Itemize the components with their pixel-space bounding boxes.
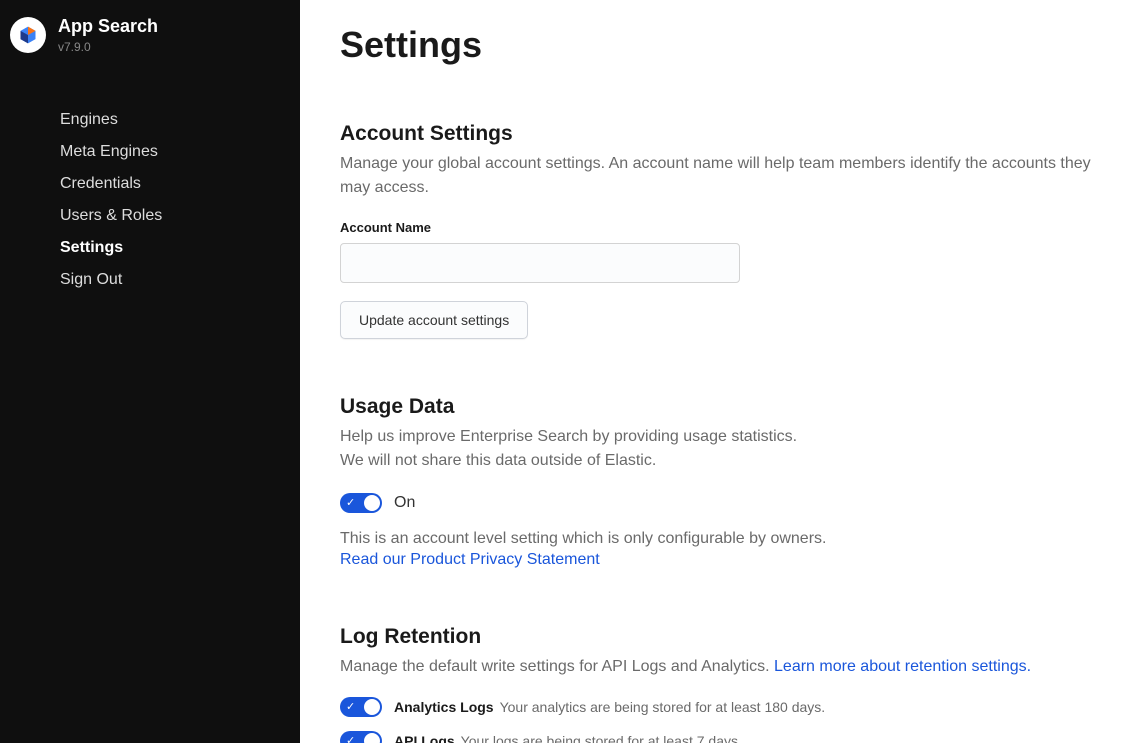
sidebar-item-settings[interactable]: Settings (0, 232, 300, 264)
app-logo-icon (10, 17, 46, 53)
privacy-statement-link[interactable]: Read our Product Privacy Statement (340, 551, 600, 568)
account-name-label: Account Name (340, 220, 1107, 235)
usage-data-title: Usage Data (340, 395, 1107, 419)
check-icon: ✓ (346, 700, 355, 714)
log-retention-title: Log Retention (340, 625, 1107, 649)
sidebar-nav: Engines Meta Engines Credentials Users &… (0, 104, 300, 296)
usage-data-description: Help us improve Enterprise Search by pro… (340, 425, 1107, 473)
sidebar-item-credentials[interactable]: Credentials (0, 168, 300, 200)
sidebar-item-users-roles[interactable]: Users & Roles (0, 200, 300, 232)
learn-more-retention-link[interactable]: Learn more about retention settings. (774, 658, 1031, 675)
usage-data-section: Usage Data Help us improve Enterprise Se… (340, 395, 1107, 569)
analytics-logs-label: Analytics Logs (394, 699, 494, 715)
api-logs-row: ✓ API Logs Your logs are being stored fo… (340, 731, 1107, 743)
toggle-knob (364, 733, 380, 743)
account-settings-title: Account Settings (340, 122, 1107, 146)
update-account-settings-button[interactable]: Update account settings (340, 301, 528, 339)
sidebar-item-engines[interactable]: Engines (0, 104, 300, 136)
usage-desc-line1: Help us improve Enterprise Search by pro… (340, 428, 797, 445)
api-logs-label: API Logs (394, 733, 455, 743)
main-content: Settings Account Settings Manage your gl… (300, 0, 1147, 743)
check-icon: ✓ (346, 496, 355, 510)
sidebar-item-meta-engines[interactable]: Meta Engines (0, 136, 300, 168)
log-retention-desc-text: Manage the default write settings for AP… (340, 658, 774, 675)
usage-data-toggle-label: On (394, 494, 415, 512)
app-title: App Search (58, 16, 158, 38)
app-version: v7.9.0 (58, 40, 158, 54)
usage-data-toggle-row: ✓ On (340, 493, 1107, 513)
analytics-logs-row: ✓ Analytics Logs Your analytics are bein… (340, 697, 1107, 717)
toggle-knob (364, 699, 380, 715)
analytics-logs-toggle[interactable]: ✓ (340, 697, 382, 717)
log-retention-section: Log Retention Manage the default write s… (340, 625, 1107, 743)
api-logs-desc: Your logs are being stored for at least … (461, 733, 742, 743)
usage-data-note: This is an account level setting which i… (340, 527, 1107, 551)
page-title: Settings (340, 24, 1107, 66)
usage-desc-line2: We will not share this data outside of E… (340, 452, 656, 469)
api-logs-toggle[interactable]: ✓ (340, 731, 382, 743)
toggle-knob (364, 495, 380, 511)
sidebar-header: App Search v7.9.0 (0, 10, 300, 70)
sidebar: App Search v7.9.0 Engines Meta Engines C… (0, 0, 300, 743)
check-icon: ✓ (346, 734, 355, 743)
analytics-logs-desc: Your analytics are being stored for at l… (500, 699, 826, 715)
account-settings-description: Manage your global account settings. An … (340, 152, 1107, 200)
usage-data-toggle[interactable]: ✓ (340, 493, 382, 513)
account-name-input[interactable] (340, 243, 740, 283)
account-settings-section: Account Settings Manage your global acco… (340, 122, 1107, 339)
sidebar-item-sign-out[interactable]: Sign Out (0, 264, 300, 296)
log-retention-description: Manage the default write settings for AP… (340, 655, 1107, 679)
